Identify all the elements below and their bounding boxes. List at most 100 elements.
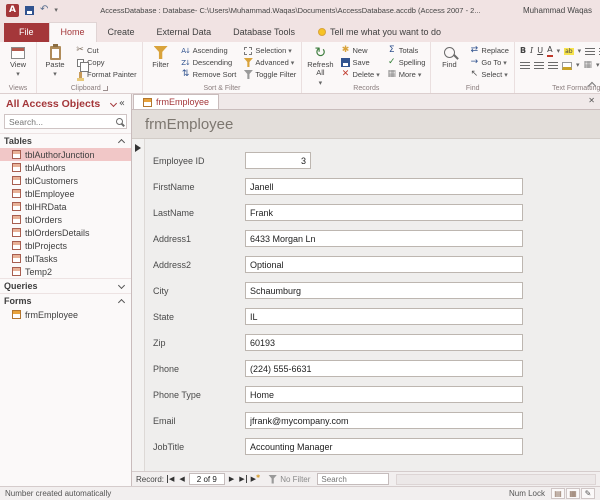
replace-button[interactable]: Replace	[467, 45, 511, 56]
selection-button[interactable]: Selection	[241, 45, 298, 56]
zip-input[interactable]	[245, 334, 523, 351]
address1-input[interactable]	[245, 230, 523, 247]
next-record-button[interactable]	[228, 475, 235, 483]
qat-dropdown-icon[interactable]	[54, 6, 58, 15]
nav-table-item[interactable]: Temp2	[0, 265, 131, 278]
window-title: AccessDatabase : Database- C:\Users\Muha…	[64, 6, 517, 15]
find-button[interactable]: Find	[434, 44, 464, 70]
nav-table-item[interactable]: tblHRData	[0, 200, 131, 213]
cut-button[interactable]: Cut	[73, 45, 139, 56]
employee-id-input[interactable]	[245, 152, 311, 169]
new-record-ribbon-button[interactable]: New	[339, 45, 382, 56]
go-to-button[interactable]: Go To	[467, 57, 511, 68]
nav-table-item[interactable]: tblTasks	[0, 252, 131, 265]
phone-type-input[interactable]	[245, 386, 523, 403]
nav-section-forms[interactable]: Forms	[0, 293, 131, 308]
nav-search-input[interactable]	[4, 114, 127, 129]
design-view-button[interactable]	[581, 488, 595, 499]
refresh-all-button[interactable]: Refresh All	[305, 44, 335, 88]
nav-table-item[interactable]: tblOrders	[0, 213, 131, 226]
chevron-down-icon[interactable]	[596, 61, 600, 70]
remove-sort-button[interactable]: Remove Sort	[179, 69, 239, 80]
record-position[interactable]: 2 of 9	[189, 473, 225, 485]
filter-indicator[interactable]: No Filter	[264, 475, 314, 484]
paste-button-label: Paste	[45, 61, 64, 69]
shutter-bar-close-icon[interactable]	[119, 99, 125, 109]
firstname-input[interactable]	[245, 178, 523, 195]
nav-pane-menu-icon[interactable]	[110, 99, 117, 106]
tab-database-tools[interactable]: Database Tools	[222, 23, 306, 42]
lastname-input[interactable]	[245, 204, 523, 221]
underline-button[interactable]	[537, 47, 543, 56]
new-icon	[342, 46, 350, 55]
copy-button[interactable]: Copy	[73, 57, 139, 68]
previous-record-button[interactable]	[178, 475, 185, 483]
horizontal-scrollbar[interactable]	[396, 474, 596, 485]
tab-home[interactable]: Home	[49, 22, 97, 42]
nav-table-item[interactable]: tblEmployee	[0, 187, 131, 200]
bullets-button[interactable]	[585, 48, 595, 56]
phone-input[interactable]	[245, 360, 523, 377]
nav-table-item[interactable]: tblOrdersDetails	[0, 226, 131, 239]
advanced-button[interactable]: Advanced	[241, 57, 298, 68]
first-record-button[interactable]	[167, 475, 175, 483]
user-name[interactable]: Muhammad Waqas	[523, 6, 592, 15]
undo-icon[interactable]	[40, 5, 48, 15]
nav-form-item[interactable]: frmEmployee	[0, 308, 131, 321]
tab-file[interactable]: File	[4, 23, 49, 42]
nav-table-item[interactable]: tblAuthorJunction	[0, 148, 131, 161]
num-lock-indicator: Num Lock	[509, 489, 545, 498]
record-selector-bar[interactable]	[132, 139, 145, 471]
select-button[interactable]: Select	[467, 69, 511, 80]
toggle-filter-button[interactable]: Toggle Filter	[241, 69, 298, 80]
paste-button[interactable]: Paste	[40, 44, 70, 79]
email-input[interactable]	[245, 412, 523, 429]
align-right-button[interactable]	[548, 62, 558, 70]
chevron-down-icon[interactable]	[578, 47, 582, 56]
nav-table-item[interactable]: tblCustomers	[0, 174, 131, 187]
field-row: FirstName	[153, 178, 600, 195]
spelling-button[interactable]: Spelling	[385, 57, 428, 68]
tab-create[interactable]: Create	[97, 23, 146, 42]
nav-section-tables[interactable]: Tables	[0, 133, 131, 148]
save-quick-icon[interactable]	[25, 6, 34, 15]
italic-button[interactable]	[530, 47, 533, 56]
city-input[interactable]	[245, 282, 523, 299]
dialog-launcher-icon[interactable]	[103, 86, 108, 91]
datasheet-view-button[interactable]	[566, 488, 580, 499]
chevron-down-icon	[503, 59, 507, 67]
filter-button[interactable]: Filter	[146, 44, 176, 70]
nav-pane-title[interactable]: All Access Objects	[6, 98, 108, 110]
highlight-button[interactable]	[564, 47, 574, 56]
save-record-button[interactable]: Save	[339, 57, 382, 68]
view-button[interactable]: View	[3, 44, 33, 79]
address2-input[interactable]	[245, 256, 523, 273]
font-color-button[interactable]	[547, 46, 552, 57]
gridlines-button[interactable]	[583, 61, 592, 70]
tell-me-box[interactable]: Tell me what you want to do	[318, 27, 441, 42]
chevron-down-icon[interactable]	[576, 61, 580, 70]
last-record-button[interactable]	[238, 475, 246, 483]
close-document-icon[interactable]	[588, 97, 595, 106]
fill-color-button[interactable]	[562, 62, 572, 70]
align-left-button[interactable]	[520, 62, 530, 70]
jobtitle-input[interactable]	[245, 438, 523, 455]
spelling-icon	[388, 58, 396, 67]
nav-table-item[interactable]: tblAuthors	[0, 161, 131, 174]
more-button[interactable]: More	[385, 69, 428, 80]
record-search-input[interactable]	[317, 473, 389, 485]
descending-button[interactable]: Descending	[179, 57, 239, 68]
nav-section-queries[interactable]: Queries	[0, 278, 131, 293]
new-blank-record-button[interactable]	[250, 475, 262, 484]
ascending-button[interactable]: Ascending	[179, 45, 239, 56]
tab-external-data[interactable]: External Data	[146, 23, 223, 42]
bold-button[interactable]	[520, 47, 526, 56]
chevron-down-icon[interactable]	[557, 47, 561, 56]
form-view-button[interactable]	[551, 488, 565, 499]
document-tab-frmEmployee[interactable]: frmEmployee	[133, 94, 219, 109]
totals-button[interactable]: Totals	[385, 45, 428, 56]
delete-button[interactable]: Delete	[339, 69, 382, 80]
nav-table-item[interactable]: tblProjects	[0, 239, 131, 252]
state-input[interactable]	[245, 308, 523, 325]
align-center-button[interactable]	[534, 62, 544, 70]
